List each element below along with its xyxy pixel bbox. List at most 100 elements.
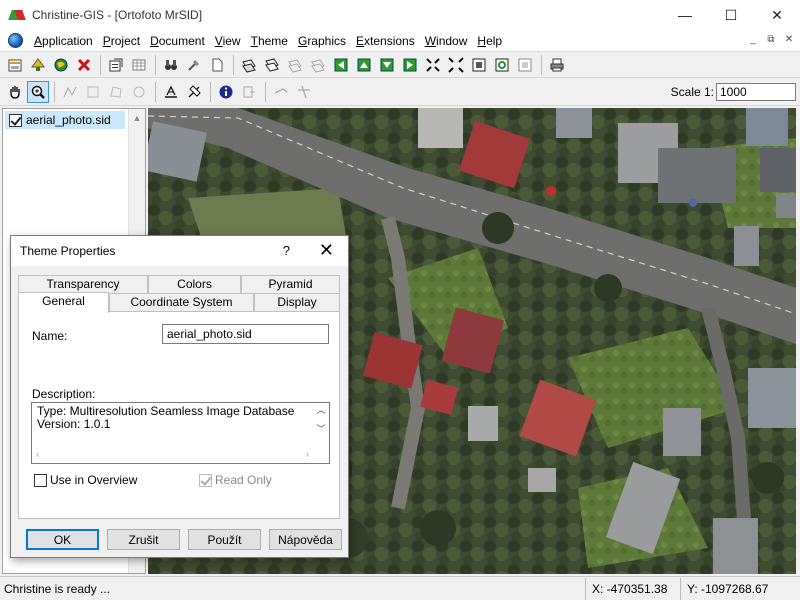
window-controls: — ☐ ✕ xyxy=(662,0,800,30)
toolbar-separator xyxy=(155,54,156,75)
title-bar: Christine-GIS - [Ortofoto MrSID] — ☐ ✕ xyxy=(0,0,800,30)
zoom-selected-icon[interactable] xyxy=(468,54,490,76)
use-in-overview-checkbox-row[interactable]: Use in Overview xyxy=(34,473,137,487)
tab-general[interactable]: General xyxy=(18,292,109,313)
use-in-overview-label: Use in Overview xyxy=(50,473,138,487)
clear-selection-disabled-icon xyxy=(307,54,329,76)
theme-properties-dialog: Theme Properties ? ✕ Transparency Colors… xyxy=(10,235,349,558)
dialog-help-button[interactable]: ? xyxy=(283,243,290,258)
description-vscrollbar[interactable]: ︿ ﹀ xyxy=(313,403,329,447)
blank-page-icon[interactable] xyxy=(206,54,228,76)
description-hscrollbar[interactable]: ‹ › xyxy=(32,449,329,463)
add-theme-icon[interactable] xyxy=(27,54,49,76)
refresh-icon[interactable] xyxy=(491,54,513,76)
mdi-restore-button[interactable]: ⧉ xyxy=(764,33,778,47)
menu-bar: Application Project Document View Theme … xyxy=(0,30,800,52)
info-icon[interactable] xyxy=(215,81,237,103)
dialog-title-bar[interactable]: Theme Properties ? ✕ xyxy=(11,236,348,266)
menu-project[interactable]: Project xyxy=(98,34,145,48)
menu-application[interactable]: Application xyxy=(29,34,98,48)
dialog-title: Theme Properties xyxy=(20,244,116,258)
theme-item-label: aerial_photo.sid xyxy=(26,113,111,127)
general-tab-page: Name: Description: Type: Multiresolution… xyxy=(18,311,340,519)
tab-colors[interactable]: Colors xyxy=(148,275,241,293)
last-theme-icon[interactable] xyxy=(399,54,421,76)
select-features-icon[interactable] xyxy=(238,54,260,76)
name-label: Name: xyxy=(32,329,68,343)
zoom-full-extent-icon[interactable] xyxy=(422,54,444,76)
menu-view[interactable]: View xyxy=(210,34,246,48)
toolbar-separator xyxy=(541,54,542,75)
draw-line-disabled-icon xyxy=(59,81,81,103)
status-message: Christine is ready ... xyxy=(4,581,111,596)
new-project-icon[interactable] xyxy=(4,54,26,76)
menu-extensions[interactable]: Extensions xyxy=(351,34,420,48)
tab-display[interactable]: Display xyxy=(254,293,340,311)
help-button[interactable]: Nápověda xyxy=(269,529,342,550)
menu-graphics[interactable]: Graphics xyxy=(293,34,351,48)
chevron-up-icon[interactable]: ︿ xyxy=(313,403,329,416)
toolbar-separator xyxy=(155,81,156,102)
add-layer-globe-icon[interactable] xyxy=(50,54,72,76)
tab-transparency[interactable]: Transparency xyxy=(18,275,148,293)
name-input[interactable] xyxy=(162,324,329,344)
toolbar-separator xyxy=(233,54,234,75)
theme-properties-icon[interactable] xyxy=(105,54,127,76)
scale-input[interactable] xyxy=(716,83,796,101)
read-only-checkbox xyxy=(199,473,212,487)
main-toolbar xyxy=(0,52,800,78)
read-only-label: Read Only xyxy=(215,473,272,487)
zoom-to-themes-icon[interactable] xyxy=(445,54,467,76)
mdi-minimize-button[interactable]: _ xyxy=(746,33,760,47)
first-theme-icon[interactable] xyxy=(330,54,352,76)
globe-icon[interactable] xyxy=(8,33,23,48)
zoom-in-tool-icon[interactable] xyxy=(27,80,49,103)
pan-hand-icon[interactable] xyxy=(4,81,26,103)
mdi-close-button[interactable]: ✕ xyxy=(782,33,796,47)
cancel-button[interactable]: Zrušit xyxy=(107,529,180,550)
text-tool-icon[interactable] xyxy=(183,81,205,103)
toolbar-separator xyxy=(210,81,211,102)
ok-button[interactable]: OK xyxy=(26,529,99,550)
close-button[interactable]: ✕ xyxy=(754,0,800,30)
description-textarea[interactable]: Type: Multiresolution Seamless Image Dat… xyxy=(31,402,330,464)
theme-visibility-checkbox[interactable] xyxy=(9,113,22,127)
scale-label: Scale 1: xyxy=(670,85,714,99)
tab-pyramid[interactable]: Pyramid xyxy=(241,275,340,293)
window-title: Christine-GIS - [Ortofoto MrSID] xyxy=(32,8,203,22)
move-up-icon[interactable] xyxy=(353,54,375,76)
menu-theme[interactable]: Theme xyxy=(246,34,293,48)
print-icon[interactable] xyxy=(546,54,568,76)
menu-help[interactable]: Help xyxy=(472,34,507,48)
tab-coordinate-system[interactable]: Coordinate System xyxy=(109,293,254,311)
dialog-close-button[interactable]: ✕ xyxy=(319,240,334,261)
status-bar: Christine is ready ... X: -470351.38 Y: … xyxy=(0,576,800,600)
minimize-button[interactable]: — xyxy=(662,0,708,30)
label-tool-icon[interactable] xyxy=(160,81,182,103)
move-down-icon[interactable] xyxy=(376,54,398,76)
table-icon[interactable] xyxy=(128,54,150,76)
toolbar-separator xyxy=(265,81,266,102)
toolbar-separator xyxy=(100,54,101,75)
select-features-2-icon[interactable] xyxy=(261,54,283,76)
draw-point-disabled-icon xyxy=(82,81,104,103)
toolbar-separator xyxy=(54,81,55,102)
chevron-right-icon[interactable]: › xyxy=(306,449,309,459)
theme-item[interactable]: aerial_photo.sid xyxy=(5,111,125,129)
delete-theme-icon[interactable] xyxy=(73,54,95,76)
hotlink-disabled-icon xyxy=(238,81,260,103)
select-features-disabled-icon xyxy=(284,54,306,76)
description-line: Version: 1.0.1 xyxy=(37,417,111,431)
maximize-button[interactable]: ☐ xyxy=(708,0,754,30)
apply-button[interactable]: Použít xyxy=(188,529,261,550)
zoom-previous-icon[interactable] xyxy=(514,54,536,76)
y-coordinate: Y: -1097268.67 xyxy=(680,577,790,600)
chevron-left-icon[interactable]: ‹ xyxy=(36,449,39,459)
chevron-up-icon[interactable]: ▲ xyxy=(129,113,145,123)
use-in-overview-checkbox[interactable] xyxy=(34,473,47,487)
find-binoculars-icon[interactable] xyxy=(160,54,182,76)
chevron-down-icon[interactable]: ﹀ xyxy=(313,422,329,435)
query-builder-icon[interactable] xyxy=(183,54,205,76)
menu-document[interactable]: Document xyxy=(145,34,210,48)
menu-window[interactable]: Window xyxy=(420,34,473,48)
